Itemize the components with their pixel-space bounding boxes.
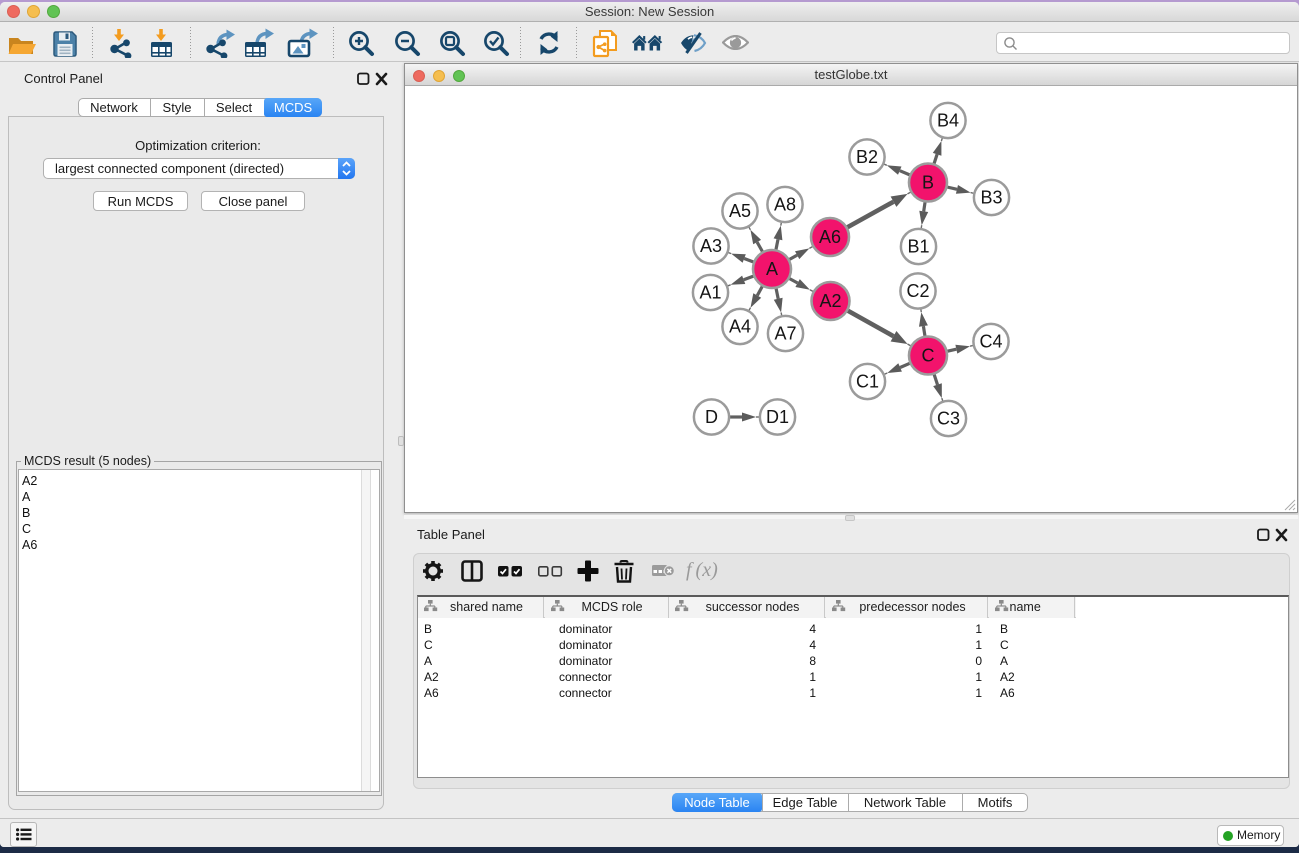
svg-text:A4: A4 [729,317,751,337]
svg-text:C4: C4 [979,332,1002,352]
svg-text:D1: D1 [766,407,789,427]
svg-text:A1: A1 [699,283,721,303]
svg-text:A5: A5 [729,201,751,221]
svg-text:A: A [766,259,778,279]
svg-text:C3: C3 [937,409,960,429]
svg-text:A8: A8 [774,195,796,215]
svg-text:A6: A6 [819,227,841,247]
svg-text:B3: B3 [980,188,1002,208]
svg-text:A3: A3 [700,236,722,256]
svg-text:B: B [922,173,934,193]
svg-text:B2: B2 [856,147,878,167]
svg-text:C2: C2 [906,281,929,301]
svg-text:A2: A2 [819,291,841,311]
svg-text:C1: C1 [856,372,879,392]
svg-text:B4: B4 [937,111,959,131]
svg-text:D: D [705,407,718,427]
svg-text:A7: A7 [774,324,796,344]
svg-text:B1: B1 [907,237,929,257]
svg-text:C: C [922,346,935,366]
